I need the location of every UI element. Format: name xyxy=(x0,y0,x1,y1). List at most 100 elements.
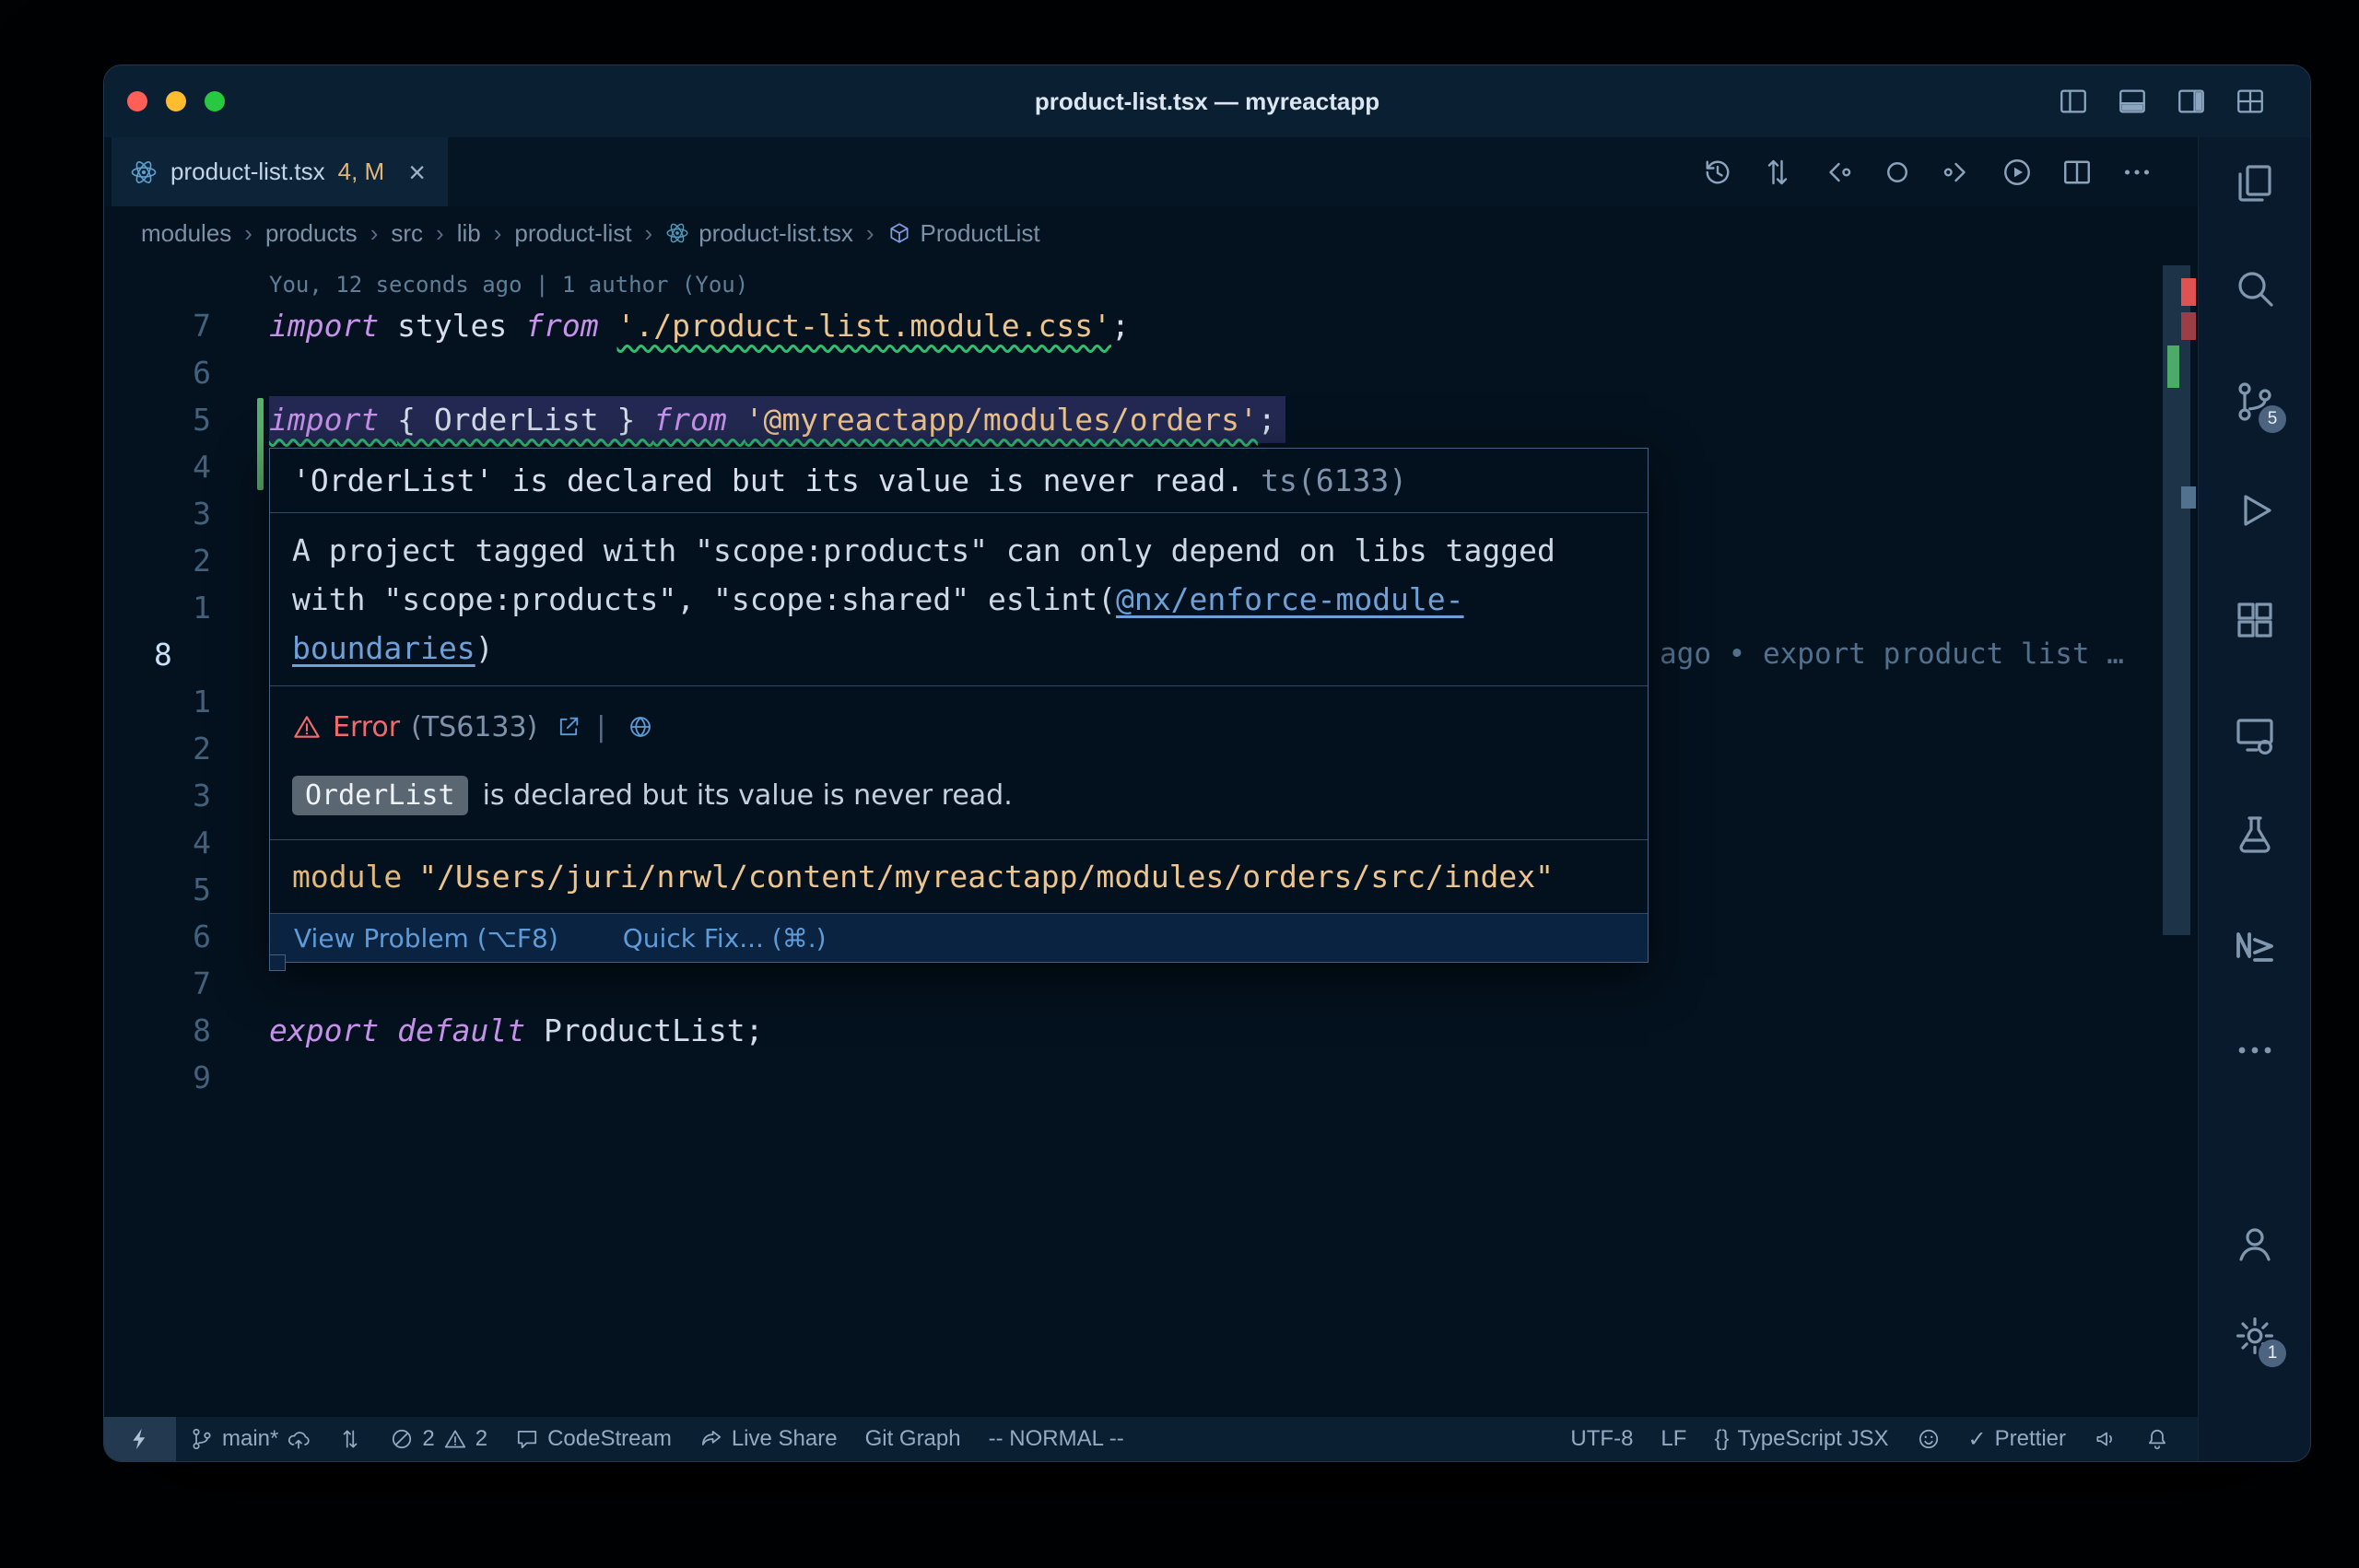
breadcrumb-separator: › xyxy=(242,219,254,248)
status-compare-changes[interactable] xyxy=(324,1417,376,1461)
status-git-branch[interactable]: main* xyxy=(176,1417,324,1461)
breadcrumb-item[interactable]: product-list xyxy=(514,219,631,248)
lint-rule-link[interactable]: boundaries xyxy=(292,630,475,666)
run-file-icon[interactable] xyxy=(2001,156,2034,189)
code-token: default xyxy=(397,1012,544,1048)
toggle-panel-icon[interactable] xyxy=(2117,86,2148,117)
code-editor[interactable]: You, 12 seconds ago | 1 author (You) 7im… xyxy=(104,260,2198,1417)
activitybar-source-control[interactable]: 5 xyxy=(2233,380,2277,424)
share-icon xyxy=(699,1427,723,1451)
activity-bar: 51 xyxy=(2198,137,2310,1461)
breadcrumb-label: lib xyxy=(457,219,481,248)
status-notifications[interactable] xyxy=(2131,1417,2183,1461)
activitybar-explorer[interactable] xyxy=(2233,161,2277,205)
activitybar-settings[interactable]: 1 xyxy=(2233,1314,2277,1358)
activitybar-run-and-debug[interactable] xyxy=(2233,488,2277,532)
activitybar-testing[interactable] xyxy=(2233,813,2277,857)
run-debug-icon xyxy=(2233,488,2277,532)
code-line[interactable]: 7import styles from './product-list.modu… xyxy=(104,302,2198,349)
tab-product-list[interactable]: product-list.tsx 4, M × xyxy=(111,137,448,206)
module-keyword: module xyxy=(292,859,402,895)
git-graph-label: Git Graph xyxy=(865,1426,961,1452)
activitybar-nx-console[interactable] xyxy=(2233,923,2277,967)
status-problems[interactable]: 22 xyxy=(376,1417,501,1461)
docs-globe-icon[interactable] xyxy=(628,714,653,740)
bell-icon xyxy=(2145,1427,2169,1451)
code-line[interactable]: 6 xyxy=(104,349,2198,396)
toggle-change-icon[interactable] xyxy=(1881,156,1914,189)
activitybar-search[interactable] xyxy=(2233,266,2277,310)
breadcrumb-label: products xyxy=(265,219,358,248)
line-number: 2 xyxy=(104,537,211,584)
toggle-secondary-sidebar-icon[interactable] xyxy=(2176,86,2207,117)
status-vim-mode[interactable]: -- NORMAL -- xyxy=(975,1417,1138,1461)
status-feedback[interactable] xyxy=(1903,1417,1954,1461)
breadcrumb-label: product-list xyxy=(514,219,631,248)
code-line[interactable]: 9 xyxy=(104,1054,2198,1101)
status-eol[interactable]: LF xyxy=(1647,1417,1700,1461)
module-path: "/Users/juri/nrwl/content/myreactapp/mod… xyxy=(418,859,1554,895)
status-bar-right: UTF-8LF{}TypeScript JSX ✓Prettier xyxy=(1556,1417,2198,1461)
close-window-button[interactable] xyxy=(127,91,147,111)
code-text: import { OrderList } from '@myreactapp/m… xyxy=(269,396,1285,443)
breadcrumb-item[interactable]: lib xyxy=(457,219,481,248)
lint-message-line-3: boundaries) xyxy=(292,624,1625,673)
status-live-share[interactable]: Live Share xyxy=(686,1417,851,1461)
code-line[interactable]: 8export default ProductList; xyxy=(104,1007,2198,1054)
code-line[interactable]: 5import { OrderList } from '@myreactapp/… xyxy=(104,396,2198,443)
more-actions-icon[interactable] xyxy=(2120,156,2154,189)
status-encoding[interactable]: UTF-8 xyxy=(1556,1417,1647,1461)
status-remote-indicator[interactable] xyxy=(104,1417,176,1461)
line-number: 3 xyxy=(104,490,211,537)
hover-resize-handle[interactable] xyxy=(269,954,286,971)
zoom-window-button[interactable] xyxy=(205,91,225,111)
next-change-icon[interactable] xyxy=(1941,156,1974,189)
status-language-mode[interactable]: {}TypeScript JSX xyxy=(1700,1417,1902,1461)
breadcrumb-item[interactable]: product-list.tsx xyxy=(665,219,853,248)
activitybar-remote-explorer[interactable] xyxy=(2233,713,2277,757)
title-bar: product-list.tsx — myreactapp xyxy=(104,65,2310,137)
status-announcement[interactable] xyxy=(2080,1417,2131,1461)
error-detail-row: OrderList is declared but its value is n… xyxy=(292,769,1625,821)
previous-change-icon[interactable] xyxy=(1821,156,1854,189)
tab-close-button[interactable]: × xyxy=(408,158,426,187)
breadcrumb-item[interactable]: modules xyxy=(141,219,231,248)
breadcrumb-item[interactable]: products xyxy=(265,219,358,248)
divider: | xyxy=(596,711,605,743)
status-git-graph[interactable]: Git Graph xyxy=(851,1417,975,1461)
code-token: ProductList; xyxy=(544,1012,763,1048)
line-number: 6 xyxy=(104,349,211,396)
status-codestream[interactable]: CodeStream xyxy=(501,1417,686,1461)
minimize-window-button[interactable] xyxy=(166,91,186,111)
extensions-icon xyxy=(2233,598,2277,642)
activitybar-extensions[interactable] xyxy=(2233,598,2277,642)
code-token: styles xyxy=(397,308,525,344)
breadcrumb-item[interactable]: ProductList xyxy=(887,219,1040,248)
breadcrumb-item[interactable]: src xyxy=(391,219,423,248)
account-icon xyxy=(2233,1222,2277,1266)
breadcrumb-separator: › xyxy=(643,219,655,248)
quick-fix-button[interactable]: Quick Fix... (⌘.) xyxy=(623,923,827,954)
line-number: 1 xyxy=(104,584,211,631)
toggle-primary-sidebar-icon[interactable] xyxy=(2058,86,2089,117)
layout-controls xyxy=(2058,65,2266,137)
line-number: 5 xyxy=(104,866,211,913)
line-number: 4 xyxy=(104,819,211,866)
split-editor-icon[interactable] xyxy=(2060,156,2094,189)
code-line[interactable]: 7 xyxy=(104,960,2198,1007)
compare-changes-icon[interactable] xyxy=(1761,156,1794,189)
lint-rule-link[interactable]: @nx/enforce-module- xyxy=(1116,581,1464,617)
status-prettier[interactable]: ✓Prettier xyxy=(1954,1417,2080,1461)
prettier-glyph: ✓ xyxy=(1968,1426,1987,1453)
compare-icon xyxy=(338,1427,362,1451)
activitybar-accounts[interactable] xyxy=(2233,1222,2277,1266)
timeline-history-icon[interactable] xyxy=(1701,156,1734,189)
search-icon xyxy=(2233,266,2277,310)
live-share-label: Live Share xyxy=(732,1426,838,1452)
open-external-icon[interactable] xyxy=(556,714,581,740)
customize-layout-icon[interactable] xyxy=(2235,86,2266,117)
errors-icon xyxy=(390,1427,414,1451)
activitybar-more-views[interactable] xyxy=(2233,1028,2277,1072)
view-problem-button[interactable]: View Problem (⌥F8) xyxy=(294,923,558,954)
error-count: 2 xyxy=(422,1426,434,1452)
